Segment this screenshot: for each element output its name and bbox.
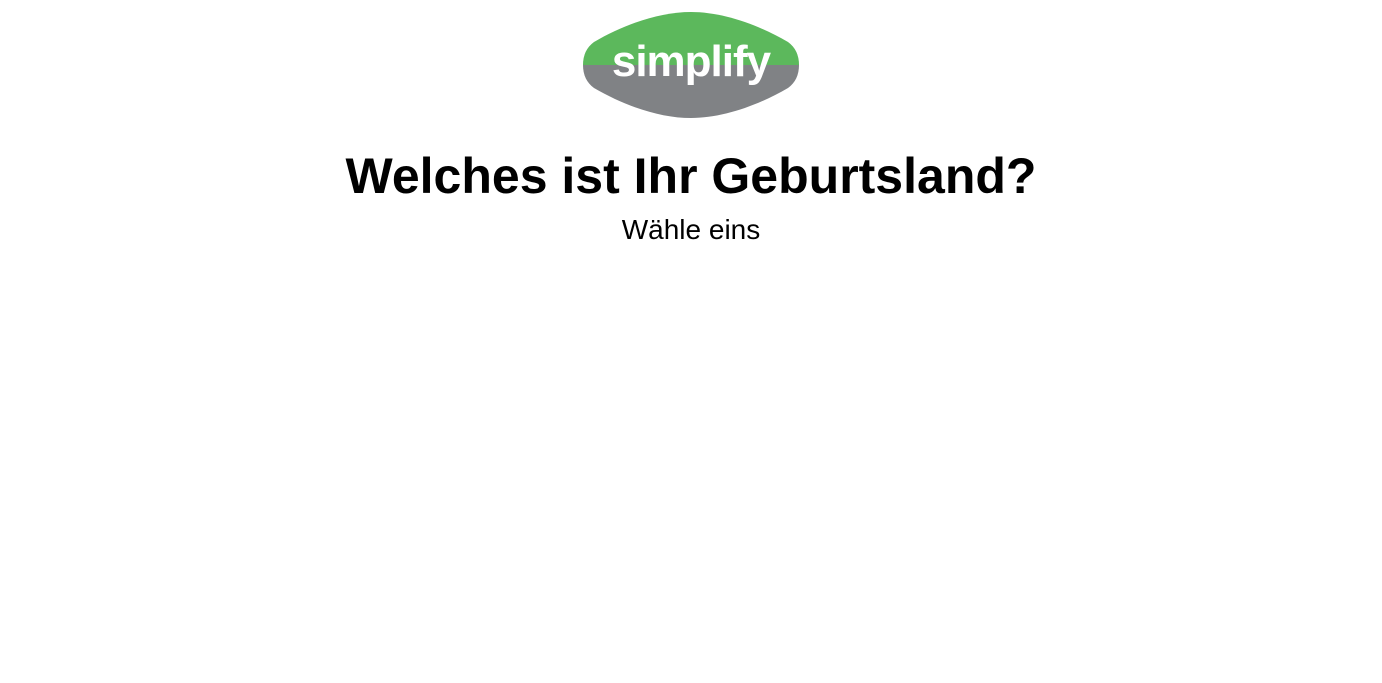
simplify-logo-graphic: simplify: [583, 12, 799, 118]
simplify-logo: simplify: [582, 10, 800, 120]
logo-wordmark: simplify: [612, 37, 772, 86]
page-subtitle: Wähle eins: [621, 214, 761, 245]
page: simplify Welches ist Ihr Geburtsland? Wä…: [0, 0, 1382, 683]
page-title: Welches ist Ihr Geburtsland?: [345, 148, 1037, 204]
